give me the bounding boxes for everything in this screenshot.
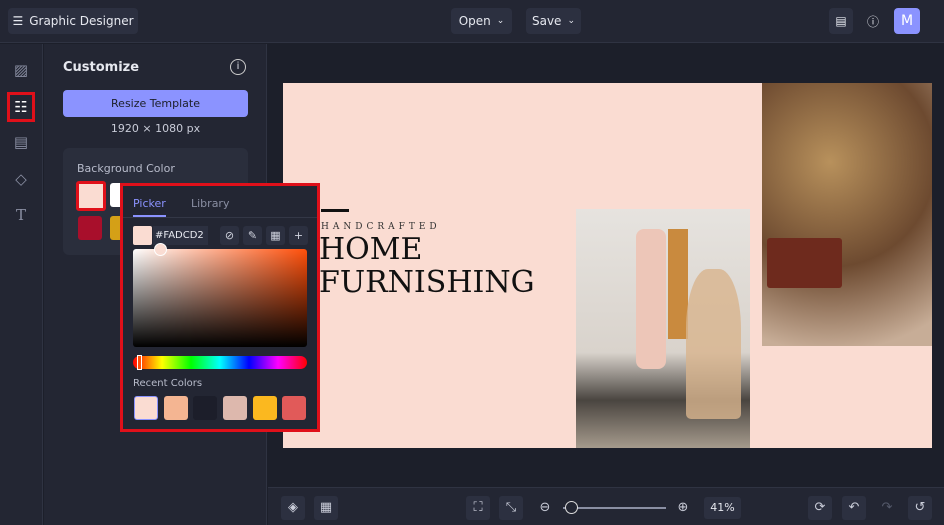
recent-color[interactable] <box>253 396 277 420</box>
bg-color-label: Background Color <box>77 162 175 175</box>
bottom-toolbar: ◈ ▦ ⛶ ⤡ ⊖ ⊕ 41% ⟳ ↶ ↷ ↺ <box>268 487 944 525</box>
grid-view-icon[interactable]: ▦ <box>314 496 338 520</box>
grid-icon[interactable]: ▦ <box>266 226 285 245</box>
image-icon[interactable]: ▨ <box>10 59 32 81</box>
text-icon[interactable]: T <box>10 204 32 226</box>
help-icon[interactable]: ⓘ <box>861 8 885 34</box>
comments-icon[interactable]: ▤ <box>829 8 853 34</box>
app-title: Graphic Designer <box>29 14 134 28</box>
fit-screen-icon[interactable]: ⛶ <box>466 496 490 520</box>
undo-icon[interactable]: ↶ <box>842 496 866 520</box>
clothing-rack-photo[interactable] <box>576 209 750 448</box>
open-label: Open <box>458 14 491 28</box>
design-canvas[interactable]: HANDCRAFTED HOME FURNISHING <box>283 83 932 448</box>
zoom-handle[interactable] <box>565 501 578 514</box>
headline[interactable]: HOME FURNISHING <box>319 233 535 299</box>
layout-icon[interactable]: ▤ <box>10 131 32 153</box>
top-bar: ☰ Graphic Designer Open ⌄ Save ⌄ ▤ ⓘ M <box>0 0 944 43</box>
save-button[interactable]: Save ⌄ <box>526 8 581 34</box>
recent-colors-label: Recent Colors <box>133 378 203 389</box>
zoom-level[interactable]: 41% <box>704 497 741 519</box>
recent-color[interactable] <box>223 396 247 420</box>
current-color-swatch[interactable] <box>76 181 106 211</box>
accent-line <box>321 209 349 212</box>
panel-title: Customize <box>63 60 140 75</box>
sidebar: ▨ ☷ ▤ ◇ T <box>0 44 43 525</box>
headline-line1: HOME <box>319 232 423 267</box>
tab-picker[interactable]: Picker <box>133 197 166 217</box>
add-color-icon[interactable]: + <box>289 226 308 245</box>
zoom-out-icon[interactable]: ⊖ <box>533 496 557 520</box>
eyedropper-icon[interactable]: ✎ <box>243 226 262 245</box>
refresh-icon[interactable]: ⟳ <box>808 496 832 520</box>
menu-button[interactable]: ☰ Graphic Designer <box>8 8 138 34</box>
hamburger-icon: ☰ <box>12 14 24 28</box>
saturation-area[interactable] <box>133 243 307 347</box>
recent-color[interactable] <box>134 396 158 420</box>
history-icon[interactable]: ↺ <box>908 496 932 520</box>
zoom-in-icon[interactable]: ⊕ <box>671 496 695 520</box>
zoom-slider[interactable] <box>563 501 666 514</box>
no-color-icon[interactable]: ⊘ <box>220 226 239 245</box>
tab-library[interactable]: Library <box>191 197 229 210</box>
recent-color[interactable] <box>193 396 217 420</box>
resize-template-button[interactable]: Resize Template <box>63 90 248 117</box>
kicker-text[interactable]: HANDCRAFTED <box>321 222 441 232</box>
layers-icon[interactable]: ◈ <box>281 496 305 520</box>
color-swatch[interactable] <box>78 216 102 240</box>
avatar[interactable]: M <box>894 8 920 34</box>
color-preview <box>133 226 152 245</box>
sliders-icon[interactable]: ☷ <box>7 92 35 122</box>
hue-handle[interactable] <box>137 355 142 370</box>
color-picker-popup: Picker Library #FADCD2 ⊘ ✎ ▦ + Recent Co… <box>120 183 320 432</box>
recent-color[interactable] <box>282 396 306 420</box>
open-button[interactable]: Open ⌄ <box>451 8 512 34</box>
redo-icon[interactable]: ↷ <box>875 496 899 520</box>
shrink-icon[interactable]: ⤡ <box>499 496 523 520</box>
info-icon[interactable]: i <box>230 59 246 75</box>
chevron-down-icon: ⌄ <box>567 16 575 26</box>
dimensions: 1920 × 1080 px <box>110 122 201 135</box>
chevron-down-icon: ⌄ <box>496 16 505 26</box>
saturation-handle[interactable] <box>154 243 167 256</box>
save-label: Save <box>531 14 562 28</box>
recent-color[interactable] <box>164 396 188 420</box>
hue-slider[interactable] <box>133 355 307 370</box>
headline-line2: FURNISHING <box>319 265 535 300</box>
basket-photo[interactable] <box>762 83 932 346</box>
shapes-icon[interactable]: ◇ <box>10 168 32 190</box>
